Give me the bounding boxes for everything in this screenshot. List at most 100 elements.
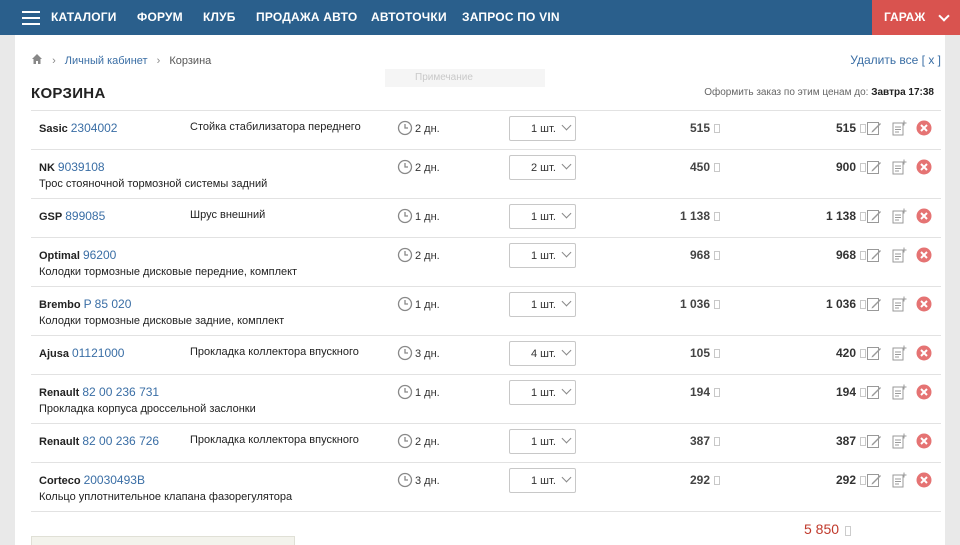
currency-icon	[714, 300, 720, 309]
breadcrumb-account-link[interactable]: Личный кабинет	[65, 55, 148, 67]
line-total: 900	[836, 160, 866, 174]
quantity-select[interactable]: 1 шт.	[509, 243, 576, 268]
cart-row: Corteco 20030493B Кольцо уплотнительное кл…	[31, 463, 941, 512]
part-brand: Brembo P 85 020	[39, 297, 132, 311]
currency-icon	[845, 526, 852, 536]
part-number-link[interactable]: 96200	[83, 248, 116, 262]
nav-car-sales[interactable]: ПРОДАЖА АВТО	[256, 0, 357, 35]
delivery-days: 3 дн.	[415, 348, 440, 360]
line-total: 387	[836, 434, 866, 448]
add-note-icon[interactable]	[891, 296, 907, 312]
part-number-link[interactable]: 899085	[65, 209, 105, 223]
unit-price: 450	[690, 160, 720, 174]
remove-item-icon[interactable]	[916, 433, 932, 449]
delivery-days: 2 дн.	[415, 436, 440, 448]
chevron-down-icon	[561, 296, 572, 307]
add-note-icon[interactable]	[891, 120, 907, 136]
cart-items: Sasic 2304002 Стойка стабилизатора передне…	[31, 110, 941, 512]
edit-icon[interactable]	[866, 208, 882, 224]
cart-panel: › Личный кабинет › Корзина Удалить все […	[15, 35, 945, 545]
part-number-link[interactable]: 82 00 236 726	[82, 434, 159, 448]
part-brand: Renault 82 00 236 726	[39, 434, 160, 448]
edit-icon[interactable]	[866, 384, 882, 400]
remove-item-icon[interactable]	[916, 247, 932, 263]
chevron-down-icon	[561, 345, 572, 356]
remove-item-icon[interactable]	[916, 384, 932, 400]
quantity-select[interactable]: 1 шт.	[509, 204, 576, 229]
unit-price: 968	[690, 248, 720, 262]
nav-catalogs[interactable]: КАТАЛОГИ	[51, 0, 117, 35]
remove-item-icon[interactable]	[916, 159, 932, 175]
quantity-select[interactable]: 1 шт.	[509, 292, 576, 317]
remove-item-icon[interactable]	[916, 345, 932, 361]
edit-icon[interactable]	[866, 296, 882, 312]
line-total: 292	[836, 473, 866, 487]
remove-item-icon[interactable]	[916, 120, 932, 136]
garage-button[interactable]: ГАРАЖ	[872, 0, 960, 35]
part-description: Колодки тормозные дисковые задние, компл…	[39, 315, 285, 327]
edit-icon[interactable]	[866, 433, 882, 449]
clock-icon	[397, 159, 413, 175]
part-description: Стойка стабилизатора переднего	[190, 121, 361, 133]
deadline-label: Оформить заказ по этим ценам до:	[704, 87, 869, 98]
clear-all-link[interactable]: Удалить все [ x ]	[850, 53, 941, 67]
part-description: Кольцо уплотнительное клапана фазорегуля…	[39, 491, 293, 503]
part-number-link[interactable]: 9039108	[58, 160, 105, 174]
remove-item-icon[interactable]	[916, 472, 932, 488]
quantity-value: 1 шт.	[531, 436, 556, 448]
delivery-days: 2 дн.	[415, 123, 440, 135]
quantity-select[interactable]: 1 шт.	[509, 116, 576, 141]
clock-icon	[397, 472, 413, 488]
part-number-link[interactable]: P 85 020	[84, 297, 132, 311]
nav-club[interactable]: КЛУБ	[203, 0, 236, 35]
quantity-select[interactable]: 1 шт.	[509, 468, 576, 493]
cart-row: Renault 82 00 236 726 Прокладка коллектора…	[31, 424, 941, 463]
nav-forum[interactable]: ФОРУМ	[137, 0, 183, 35]
line-total: 1 036	[826, 297, 866, 311]
remove-item-icon[interactable]	[916, 208, 932, 224]
currency-icon	[714, 251, 720, 260]
add-note-icon[interactable]	[891, 247, 907, 263]
part-number-link[interactable]: 20030493B	[84, 473, 145, 487]
add-note-icon[interactable]	[891, 472, 907, 488]
chevron-down-icon	[561, 433, 572, 444]
edit-icon[interactable]	[866, 159, 882, 175]
breadcrumb-separator: ›	[52, 55, 56, 67]
nav-service-points[interactable]: АВТОТОЧКИ	[371, 0, 447, 35]
edit-icon[interactable]	[866, 472, 882, 488]
home-icon[interactable]	[31, 53, 43, 65]
add-note-icon[interactable]	[891, 345, 907, 361]
chevron-down-icon	[561, 472, 572, 483]
delivery-days: 1 дн.	[415, 387, 440, 399]
part-brand: Optimal 96200	[39, 248, 117, 262]
quantity-select[interactable]: 1 шт.	[509, 380, 576, 405]
part-number-link[interactable]: 2304002	[71, 121, 118, 135]
cart-row: GSP 899085 Шрус внешний 1 дн. 1 шт. 1 138 1 13…	[31, 199, 941, 238]
edit-icon[interactable]	[866, 247, 882, 263]
clock-icon	[397, 208, 413, 224]
add-note-icon[interactable]	[891, 384, 907, 400]
quantity-select[interactable]: 1 шт.	[509, 429, 576, 454]
quantity-value: 1 шт.	[531, 299, 556, 311]
quantity-select[interactable]: 2 шт.	[509, 155, 576, 180]
nav-vin-request[interactable]: ЗАПРОС ПО VIN	[462, 0, 560, 35]
currency-icon	[714, 124, 720, 133]
unit-price: 1 138	[680, 209, 720, 223]
menu-icon[interactable]	[22, 11, 40, 25]
clock-icon	[397, 247, 413, 263]
part-number-link[interactable]: 82 00 236 731	[82, 385, 159, 399]
add-note-icon[interactable]	[891, 208, 907, 224]
edit-icon[interactable]	[866, 345, 882, 361]
delivery-days: 3 дн.	[415, 475, 440, 487]
quantity-value: 4 шт.	[531, 348, 556, 360]
chevron-down-icon	[561, 247, 572, 258]
promo-box	[31, 536, 295, 545]
chevron-down-icon	[938, 10, 950, 22]
quantity-value: 1 шт.	[531, 211, 556, 223]
add-note-icon[interactable]	[891, 159, 907, 175]
add-note-icon[interactable]	[891, 433, 907, 449]
quantity-select[interactable]: 4 шт.	[509, 341, 576, 366]
part-number-link[interactable]: 01121000	[72, 346, 125, 360]
edit-icon[interactable]	[866, 120, 882, 136]
remove-item-icon[interactable]	[916, 296, 932, 312]
